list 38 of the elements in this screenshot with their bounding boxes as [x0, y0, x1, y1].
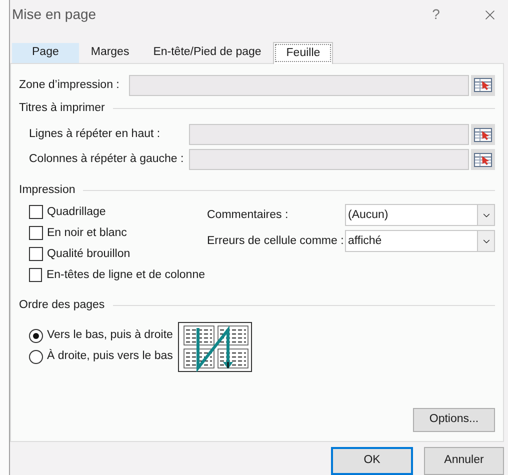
- group-heading: Impression: [19, 183, 76, 198]
- dropdown-label: Erreurs de cellule comme :: [207, 234, 345, 249]
- group-heading: Titres à imprimer: [19, 100, 105, 116]
- radio-label: À droite, puis vers le bas: [47, 348, 173, 364]
- ok-button[interactable]: OK: [331, 447, 413, 475]
- options-button[interactable]: Options...: [413, 408, 495, 432]
- checkbox[interactable]: [29, 247, 43, 262]
- window-title: Mise en page: [12, 5, 98, 24]
- dropdown[interactable]: (Aucun): [345, 204, 495, 226]
- checkbox-label: En noir et blanc: [47, 226, 127, 241]
- checkbox-label: En-têtes de ligne et de colonne: [46, 268, 205, 283]
- help-button[interactable]: ?: [422, 4, 450, 26]
- checkbox-label: Quadrillage: [47, 204, 106, 220]
- collapse-dialog-button[interactable]: [471, 74, 495, 96]
- range-picker-icon: [474, 78, 492, 92]
- collapse-dialog-button[interactable]: [471, 124, 495, 146]
- field-label: Lignes à répéter en haut :: [29, 126, 162, 142]
- radio-button[interactable]: [29, 350, 43, 364]
- input-field[interactable]: [189, 124, 469, 146]
- input-field[interactable]: [189, 149, 469, 170]
- input-field[interactable]: [129, 74, 469, 96]
- radio-label: Vers le bas, puis à droite: [47, 328, 173, 344]
- range-picker-icon: [474, 152, 492, 167]
- dropdown-label: Commentaires :: [207, 208, 290, 223]
- collapse-dialog-button[interactable]: [471, 149, 495, 170]
- checkbox-label: Qualité brouillon: [47, 246, 130, 262]
- checkbox[interactable]: [29, 226, 43, 240]
- tab[interactable]: Page: [12, 42, 79, 63]
- radio-button[interactable]: [29, 329, 43, 344]
- range-picker-icon: [474, 128, 492, 142]
- group-heading: Ordre des pages: [19, 298, 105, 314]
- field-label: Zone d’impression :: [19, 78, 120, 93]
- dropdown[interactable]: affiché: [345, 230, 495, 252]
- checkbox[interactable]: [29, 205, 43, 220]
- checkbox[interactable]: [29, 268, 42, 282]
- field-label: Colonnes à répéter à gauche :: [29, 152, 185, 167]
- cancel-button[interactable]: Annuler: [424, 447, 504, 475]
- tab[interactable]: Feuille: [273, 42, 334, 64]
